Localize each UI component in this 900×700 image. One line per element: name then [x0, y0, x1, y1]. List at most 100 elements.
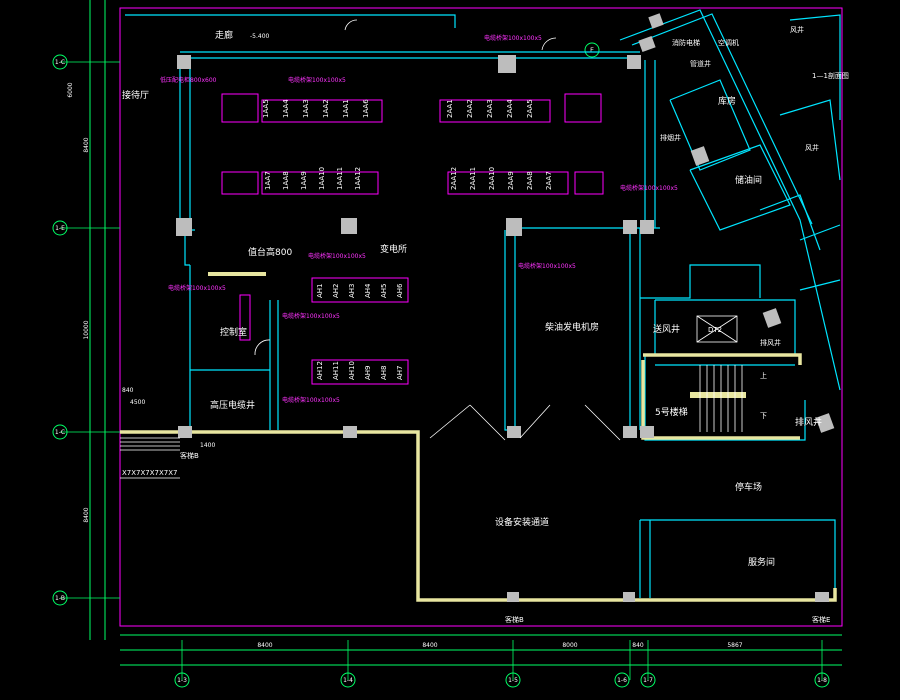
panel-label: 1AA9: [300, 171, 308, 190]
stair-wall-top: [643, 353, 802, 365]
annotation-4: 电缆桥架100x100x5: [308, 252, 366, 260]
panel-label: 1AA3: [302, 99, 310, 118]
panel-label: AH1: [316, 283, 324, 298]
panel-label: 2AA7: [545, 171, 553, 190]
annotation-9: 电缆桥架100x100x5: [620, 184, 678, 192]
panel-box: [221, 171, 259, 195]
dim-left-2: 8400: [83, 137, 90, 152]
panel-label: 1AA1: [342, 99, 350, 118]
dim-bottom-4: 840: [632, 642, 644, 649]
dim-bottom-2: 8400: [422, 642, 437, 649]
axis-bottom-4: 1-6: [614, 672, 630, 688]
stair-up: 上: [760, 371, 767, 380]
panel-label: 2AA12: [450, 167, 458, 190]
axis-label: 1-E: [55, 225, 65, 232]
dim-misc-2: 1400: [200, 442, 215, 449]
axis-label: 1-6: [617, 677, 627, 684]
room-stair5: 5号楼梯: [655, 406, 688, 418]
room-corridor-level: -5.400: [250, 33, 270, 40]
dim-left-3: 10000: [83, 320, 90, 339]
panel-label: AH10: [348, 361, 356, 380]
dim-misc-3: 840: [122, 387, 134, 394]
axis-label: 1-B: [55, 595, 65, 602]
panel-label: 2AA9: [507, 171, 515, 190]
panel-label: 2AA3: [486, 99, 494, 118]
room-d: 风井: [790, 25, 804, 34]
room-storage-oil: 储油间: [735, 174, 762, 186]
axis-label: 1-8: [817, 677, 827, 684]
room-control: 控制室: [220, 326, 247, 338]
axis-label: 1-7: [643, 677, 653, 684]
room-vent: 送风井: [653, 323, 680, 335]
axis-label: 1-5: [508, 677, 518, 684]
panel-box: [574, 171, 604, 195]
panel-label: 1AA12: [354, 167, 362, 190]
panel-label: AH11: [332, 361, 340, 380]
panel-label: AH12: [316, 361, 324, 380]
room-hall: 接待厅: [122, 89, 149, 101]
panel-label: 2AA10: [488, 167, 496, 190]
panel-label: 2AA8: [526, 171, 534, 190]
cad-floor-plan: 1-C 1-E 1-C 1-B 6000 8400 10000 8400 1-3…: [52, 0, 849, 688]
panel-label: 2AA5: [526, 99, 534, 118]
axis-top-e: E: [584, 42, 600, 58]
panel-label: 1AA8: [282, 171, 290, 190]
axis-label: 1-C: [55, 429, 65, 436]
panel-label: 1AA6: [362, 99, 370, 118]
dim-bottom-1: 8400: [257, 642, 272, 649]
room-e: 排风井: [760, 338, 781, 347]
annotation-3: 电缆桥架100x100x5: [484, 34, 542, 42]
panel-label: AH4: [364, 283, 372, 298]
panel-label: 1AA11: [336, 167, 344, 190]
panel-label: AH2: [332, 283, 340, 298]
room-f: 风井: [805, 143, 819, 152]
room-equipment-road: 设备安装通道: [495, 516, 549, 528]
panel-label: 1AA5: [262, 99, 270, 118]
rail-bottom: 客梯B: [505, 615, 524, 624]
panel-row-sub-bottom: [311, 359, 409, 385]
axis-label: 1-C: [55, 59, 65, 66]
room-service: 服务间: [748, 556, 775, 568]
panel-row-sub-top: [311, 277, 409, 303]
panel-label: AH9: [364, 365, 372, 380]
annotation-8: 电缆桥架100x100x5: [518, 262, 576, 270]
room-exhaust: 排风井: [795, 416, 822, 428]
room-i: 1—1剖面图: [812, 71, 849, 80]
annotation-6: 电缆桥架100x100x5: [282, 312, 340, 320]
panel-label: 1AA2: [322, 99, 330, 118]
panel-label: 2AA11: [469, 167, 477, 190]
room-corridor: 走廊: [215, 29, 233, 41]
panel-label: 1AA10: [318, 167, 326, 190]
dim-left-1: 6000: [67, 82, 74, 97]
panel-label: AH3: [348, 283, 356, 298]
stair-down: 下: [760, 412, 767, 420]
annotation-1: 低压配电柜800x600: [160, 76, 217, 84]
axis-label: 1-3: [177, 677, 187, 684]
room-lift: DT2: [708, 326, 722, 334]
room-hv-cable: 高压电缆井: [210, 399, 255, 411]
room-counter: 值台高800: [248, 246, 292, 258]
annotation-5: 电缆桥架100x100x5: [168, 284, 226, 292]
panel-label: 2AA2: [466, 99, 474, 118]
panel-label: 2AA1: [446, 99, 454, 118]
room-a: 空调机: [718, 38, 739, 47]
room-j: 消防电梯: [672, 38, 700, 47]
room-parking: 停车场: [735, 481, 762, 493]
room-generator: 柴油发电机房: [545, 321, 599, 333]
rail-right: 客梯E: [812, 615, 830, 624]
axis-label: 1-4: [343, 677, 353, 684]
dim-misc-1: 4500: [130, 399, 145, 406]
panel-label: AH7: [396, 365, 404, 380]
dim-bottom-3: 8000: [562, 642, 577, 649]
rail-left: 客梯B: [180, 451, 199, 460]
pipe-label: X7X7X7X7X7X7: [122, 469, 178, 477]
panel-label: 2AA4: [506, 99, 514, 118]
annotation-7: 电缆桥架100x100x5: [282, 396, 340, 404]
dim-left-4: 8400: [83, 507, 90, 522]
panel-label: 1AA4: [282, 99, 290, 118]
axis-left-1: 1-C: [52, 54, 68, 70]
room-b: 库房: [718, 95, 736, 107]
annotation-2: 电缆桥架100x100x5: [288, 76, 346, 84]
axis-left-4: 1-B: [52, 590, 68, 606]
panel-label: AH5: [380, 283, 388, 298]
